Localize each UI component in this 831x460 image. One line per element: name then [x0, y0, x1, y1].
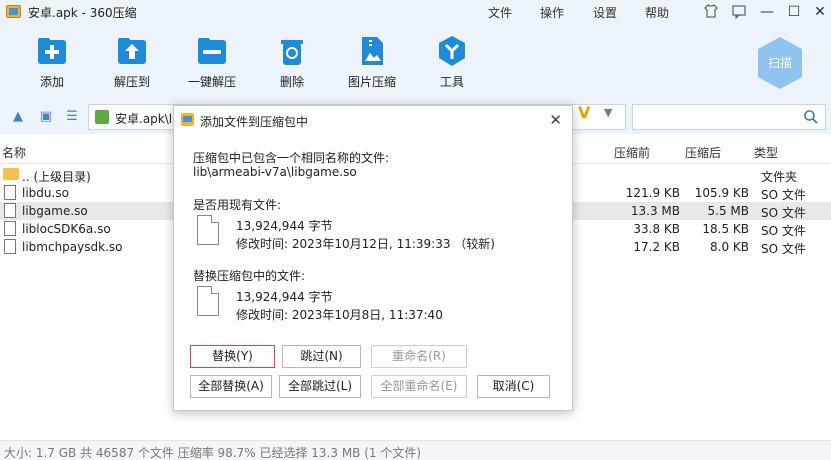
list-view-icon[interactable]: ☰: [64, 109, 80, 125]
maximize-icon[interactable]: ☐: [785, 3, 803, 21]
document-icon: [197, 215, 219, 245]
skip-all-button[interactable]: 全部跳过(L): [279, 375, 361, 398]
cancel-button[interactable]: 取消(C): [477, 375, 550, 398]
rename-button[interactable]: 重命名(R): [371, 345, 467, 368]
delete-button[interactable]: 删除: [257, 34, 327, 90]
skip-button[interactable]: 跳过(N): [282, 345, 361, 368]
status-text: 大小: 1.7 GB 共 46587 个文件 压缩率 98.7% 已经选择 13…: [4, 446, 422, 460]
folder-icon: [3, 168, 19, 180]
file-icon: [4, 185, 16, 200]
file-icon: [4, 221, 16, 236]
app-icon: [6, 5, 21, 18]
menu-help[interactable]: 帮助: [645, 4, 669, 21]
add-icon: [38, 38, 66, 64]
status-bar: 大小: 1.7 GB 共 46587 个文件 压缩率 98.7% 已经选择 13…: [0, 440, 831, 460]
scan-button[interactable]: 扫描: [756, 36, 804, 90]
minimize-icon[interactable]: —: [758, 3, 776, 21]
existing-time: 修改时间: 2023年10月12日, 11:39:33 （较新): [236, 237, 495, 251]
file-conflict-dialog: 添加文件到压缩包中 ✕ 压缩包中已包含一个相同名称的文件: lib\armeab…: [173, 105, 573, 411]
dialog-close-icon[interactable]: ✕: [549, 111, 562, 129]
title-bar: 安卓.apk - 360压缩 文件 操作 设置 帮助 — ☐ ✕: [0, 0, 831, 24]
document-icon: [197, 286, 219, 316]
menu-settings[interactable]: 设置: [593, 4, 617, 21]
file-icon: [4, 203, 16, 218]
conflict-path: lib\armeabi-v7a\libgame.so: [193, 165, 357, 179]
apk-icon: [95, 110, 109, 124]
path-text: 安卓.apk\l: [115, 112, 173, 126]
archive-size: 13,924,944 字节: [236, 290, 333, 304]
replace-in-label: 替换压缩包中的文件:: [193, 269, 306, 283]
feedback-icon[interactable]: [730, 3, 748, 21]
dialog-app-icon: [181, 113, 194, 126]
trash-icon: [281, 40, 303, 65]
menu-file[interactable]: 文件: [488, 4, 512, 21]
tools-button[interactable]: 工具: [417, 34, 487, 90]
toolbar: 添加 解压到 一键解压 删除 图片压缩 工具 扫描: [0, 24, 831, 100]
image-compress-button[interactable]: 图片压缩: [337, 34, 407, 90]
dropdown-arrow-icon[interactable]: ▼: [604, 106, 612, 119]
skin-icon[interactable]: [702, 3, 720, 21]
replace-all-button[interactable]: 全部替换(A): [190, 375, 272, 398]
one-click-extract-icon: [198, 38, 226, 64]
extract-to-icon: [118, 38, 146, 64]
file-icon: [4, 239, 16, 254]
archive-time: 修改时间: 2023年10月8日, 11:37:40: [236, 308, 443, 322]
v-icon[interactable]: V: [578, 103, 590, 122]
up-arrow-icon[interactable]: ▲: [10, 109, 26, 125]
dialog-title-bar: 添加文件到压缩包中 ✕: [174, 106, 572, 134]
existing-size: 13,924,944 字节: [236, 219, 333, 233]
rename-all-button[interactable]: 全部重命名(E): [371, 375, 467, 398]
close-icon[interactable]: ✕: [811, 3, 829, 21]
search-icon[interactable]: [803, 109, 819, 125]
column-compressed[interactable]: 压缩后: [685, 144, 721, 161]
one-click-extract-button[interactable]: 一键解压: [177, 34, 247, 90]
conflict-message: 压缩包中已包含一个相同名称的文件:: [193, 151, 390, 165]
column-name[interactable]: 名称: [2, 144, 26, 161]
tools-icon: [439, 36, 465, 66]
thumbnail-view-icon[interactable]: ▣: [38, 109, 54, 125]
window-title: 安卓.apk - 360压缩: [28, 6, 137, 20]
dialog-title: 添加文件到压缩包中: [200, 115, 309, 129]
menu-operation[interactable]: 操作: [540, 4, 564, 21]
column-packed[interactable]: 压缩前: [614, 144, 650, 161]
search-input[interactable]: [632, 104, 826, 130]
use-existing-label: 是否用现有文件:: [193, 198, 282, 212]
add-button[interactable]: 添加: [17, 34, 87, 90]
replace-button[interactable]: 替换(Y): [190, 345, 275, 368]
column-type[interactable]: 类型: [754, 144, 778, 161]
image-compress-icon: [362, 37, 383, 65]
extract-to-button[interactable]: 解压到: [97, 34, 167, 90]
